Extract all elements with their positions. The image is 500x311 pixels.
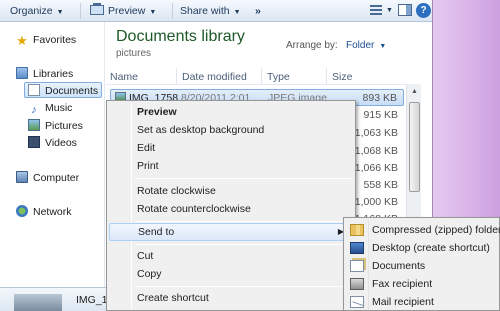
organize-button[interactable]: Organize ▼ [10, 3, 64, 19]
send-to-label: Send to [138, 226, 175, 238]
submenu-label: Desktop (create shortcut) [372, 242, 490, 254]
file-size: 893 KB [362, 92, 397, 104]
menu-item-send-to[interactable]: Send to ▶ [109, 223, 353, 241]
navigation-pane: ★ Favorites Libraries Documents ♪ Music Pi… [0, 22, 105, 287]
desktop-icon [350, 242, 364, 254]
send-to-desktop[interactable]: Desktop (create shortcut) [346, 239, 499, 257]
file-size: 1,066 KB [354, 162, 398, 174]
mail-icon [350, 296, 364, 308]
computer-icon [16, 171, 28, 183]
send-to-fax[interactable]: Fax recipient [346, 275, 499, 293]
library-subtitle: pictures [116, 48, 152, 59]
column-header-type[interactable]: Type [267, 71, 290, 83]
submenu-label: Fax recipient [372, 278, 433, 290]
menu-item-preview[interactable]: Preview [109, 103, 353, 121]
nav-label: Computer [33, 172, 80, 184]
column-header-name[interactable]: Name [110, 71, 138, 83]
submenu-label: Mail recipient [372, 296, 434, 308]
file-size: 1,000 KB [354, 196, 398, 208]
menu-item-rotate-counterclockwise[interactable]: Rotate counterclockwise [109, 200, 353, 218]
send-to-submenu: Compressed (zipped) folder Desktop (crea… [343, 217, 500, 311]
context-menu: Preview Set as desktop background Edit P… [106, 100, 356, 311]
document-icon [28, 84, 40, 96]
column-divider[interactable] [326, 68, 327, 84]
column-divider[interactable] [176, 68, 177, 84]
send-to-mail[interactable]: Mail recipient [346, 293, 499, 311]
library-title: Documents library [116, 28, 245, 45]
documents-icon [350, 260, 364, 272]
preview-button[interactable]: Preview ▼ [90, 3, 156, 19]
submenu-label: Compressed (zipped) folder [372, 224, 500, 236]
views-icon[interactable] [370, 5, 382, 15]
nav-label: Network [33, 206, 72, 218]
preview-icon [90, 3, 104, 15]
file-size: 1,063 KB [354, 127, 398, 139]
nav-label: Favorites [33, 34, 77, 46]
nav-label: Videos [45, 137, 77, 149]
star-icon: ★ [16, 33, 28, 48]
file-size: 915 KB [363, 109, 398, 121]
preview-label: Preview [108, 5, 146, 17]
nav-item-favorites[interactable]: ★ Favorites [16, 32, 76, 48]
send-to-compressed-folder[interactable]: Compressed (zipped) folder [346, 221, 500, 239]
menu-item-cut[interactable]: Cut [109, 247, 353, 265]
nav-item-computer[interactable]: Computer [16, 170, 79, 186]
arrange-by-value: Folder [346, 40, 375, 51]
chevron-down-icon: ▼ [379, 43, 387, 50]
menu-item-create-shortcut[interactable]: Create shortcut [109, 289, 353, 307]
chevron-down-icon[interactable]: ▼ [386, 3, 393, 19]
menu-separator [135, 286, 353, 287]
arrange-by-label: Arrange by: [286, 40, 338, 51]
menu-item-rotate-clockwise[interactable]: Rotate clockwise [109, 182, 353, 200]
nav-item-videos[interactable]: Videos [28, 135, 77, 151]
videos-icon [28, 136, 40, 148]
nav-label: Libraries [33, 68, 74, 80]
nav-label: Pictures [45, 120, 83, 132]
scrollbar-thumb[interactable] [409, 102, 420, 192]
column-header-date[interactable]: Date modified [182, 71, 247, 83]
header-divider [106, 84, 406, 85]
file-size: 558 KB [363, 179, 398, 191]
zip-folder-icon [350, 224, 364, 236]
file-thumbnail [14, 294, 62, 311]
chevron-down-icon: ▼ [149, 9, 157, 16]
submenu-label: Documents [372, 260, 426, 272]
toolbar-divider [172, 3, 173, 19]
more-commands-button[interactable]: » [255, 3, 261, 19]
chevron-down-icon: ▼ [233, 9, 241, 16]
menu-separator [135, 221, 353, 222]
menu-item-copy[interactable]: Copy [109, 265, 353, 283]
nav-item-libraries[interactable]: Libraries [16, 66, 73, 82]
toolbar-divider [80, 3, 81, 19]
fax-icon [350, 278, 364, 290]
share-with-button[interactable]: Share with ▼ [180, 3, 241, 19]
column-header-size[interactable]: Size [332, 71, 352, 83]
help-icon[interactable]: ? [416, 3, 431, 18]
nav-item-documents[interactable]: Documents [24, 82, 102, 98]
menu-item-print[interactable]: Print [109, 157, 353, 175]
library-icon [16, 67, 28, 79]
pictures-icon [28, 119, 40, 131]
scroll-up-icon[interactable]: ▲ [408, 86, 421, 98]
menu-separator [135, 244, 353, 245]
music-icon: ♪ [31, 104, 37, 116]
menu-item-edit[interactable]: Edit [109, 139, 353, 157]
column-divider[interactable] [261, 68, 262, 84]
nav-label: Music [45, 102, 73, 114]
arrange-by-dropdown[interactable]: Folder ▼ [346, 40, 386, 51]
preview-pane-icon[interactable] [398, 4, 412, 16]
nav-item-network[interactable]: Network [16, 204, 72, 220]
share-with-label: Share with [180, 5, 230, 17]
file-size: 1,068 KB [354, 145, 398, 157]
command-bar: Organize ▼ Preview ▼ Share with ▼ » ▼ ? [0, 0, 432, 22]
network-icon [16, 205, 28, 217]
send-to-documents[interactable]: Documents [346, 257, 499, 275]
menu-item-set-background[interactable]: Set as desktop background [109, 121, 353, 139]
menu-separator [135, 178, 353, 179]
nav-item-pictures[interactable]: Pictures [28, 118, 83, 134]
organize-label: Organize [10, 5, 53, 17]
nav-item-music[interactable]: ♪ Music [28, 100, 72, 116]
chevron-down-icon: ▼ [56, 9, 64, 16]
nav-label: Documents [45, 85, 99, 97]
